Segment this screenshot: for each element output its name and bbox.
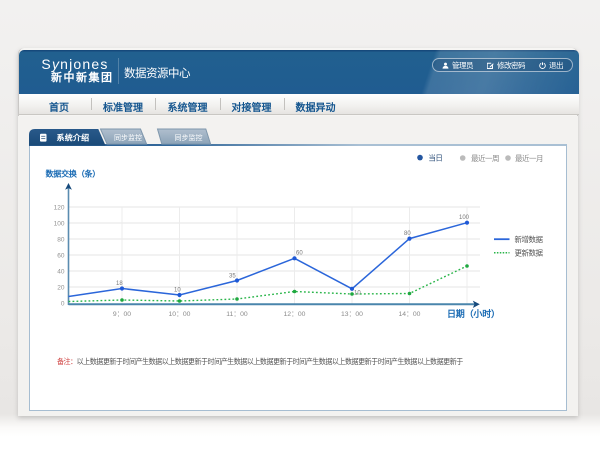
svg-text:同步监控: 同步监控	[175, 133, 203, 142]
svg-text:同步监控: 同步监控	[114, 133, 142, 142]
svg-text:系统介绍: 系统介绍	[57, 133, 90, 143]
